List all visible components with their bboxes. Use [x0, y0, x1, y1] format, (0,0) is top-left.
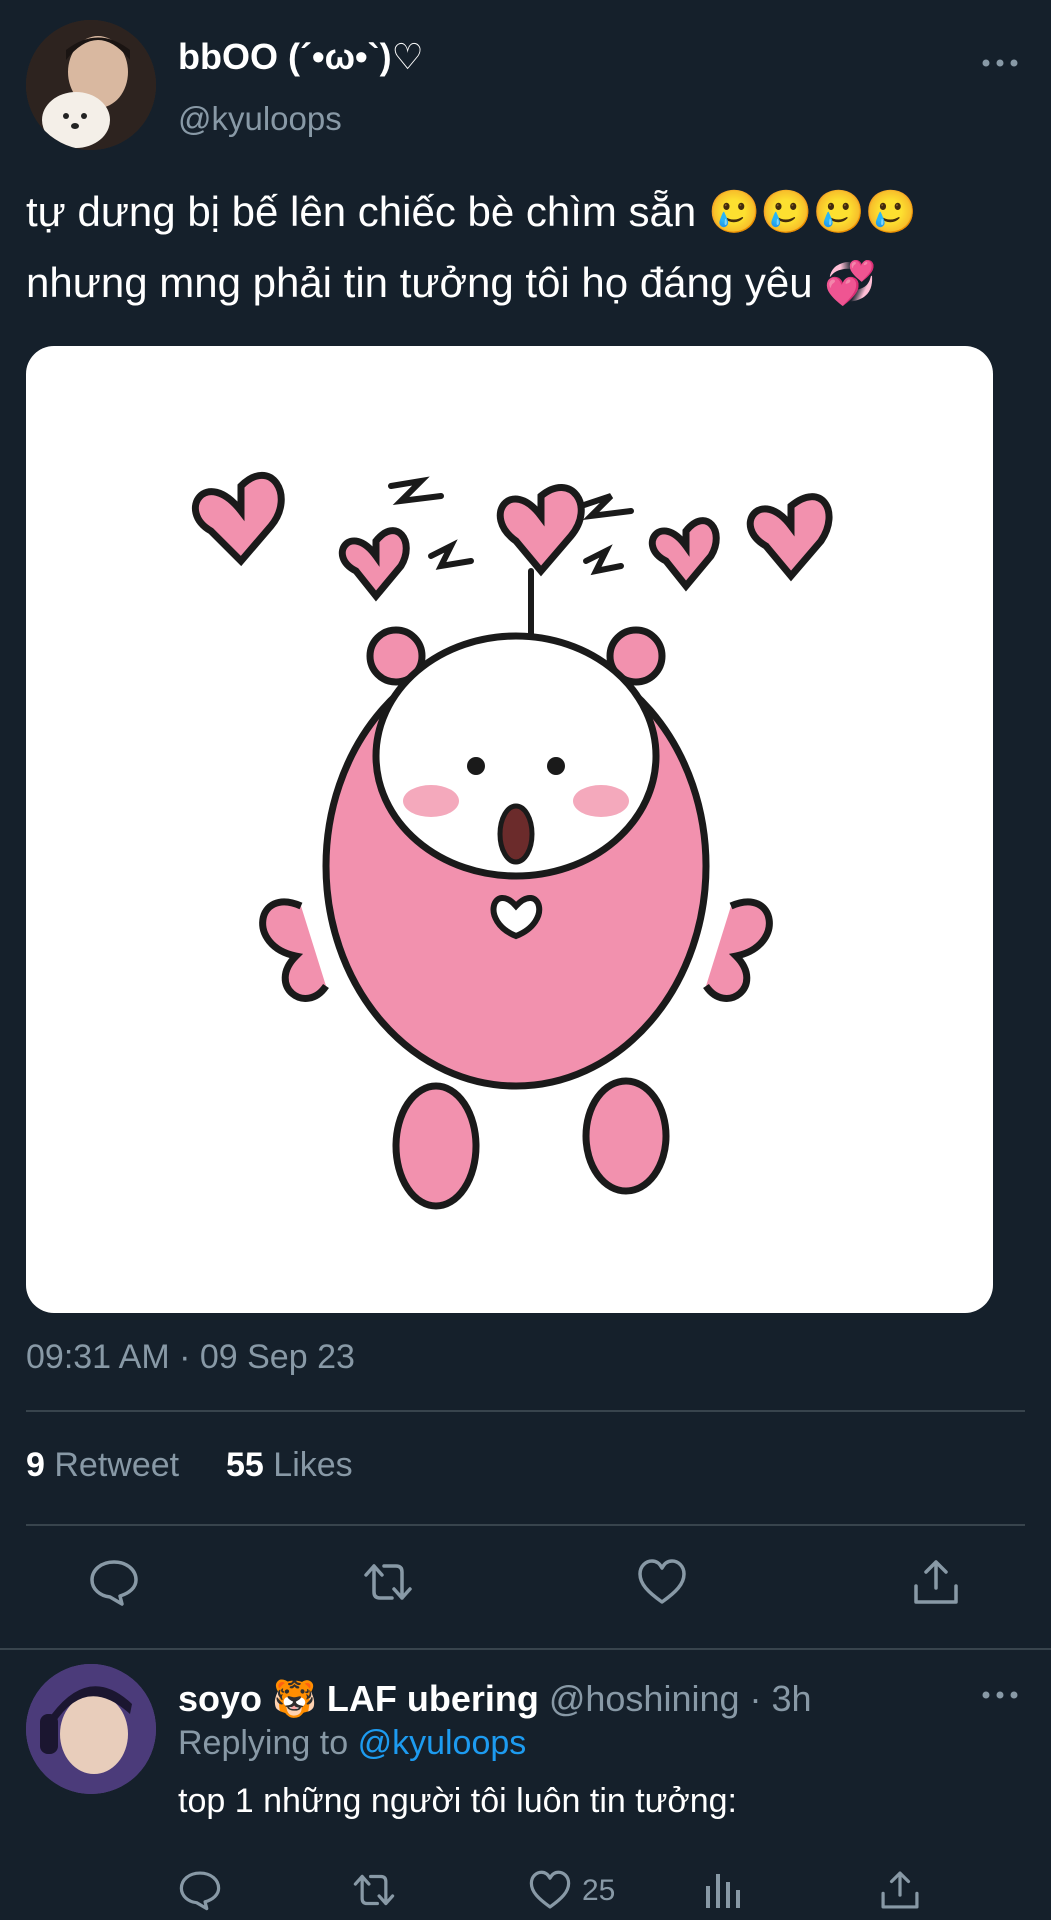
pink-bear-sticker [191, 471, 833, 1210]
replying-to: Replying to @kyuloops [178, 1724, 526, 1763]
share-upload-icon[interactable] [910, 1556, 962, 1608]
replying-to-label: Replying to [178, 1724, 349, 1762]
heart-icon[interactable] [636, 1556, 688, 1608]
divider-bottom [26, 1524, 1025, 1526]
analytics-bars-icon[interactable] [702, 1868, 746, 1912]
comment-bubble-icon[interactable] [88, 1556, 140, 1608]
heart-icon[interactable] [528, 1868, 572, 1912]
more-horizontal-icon[interactable] [980, 1690, 1020, 1700]
reply-handle-time[interactable]: @hoshining · 3h [549, 1678, 812, 1719]
retweet-icon[interactable] [352, 1868, 396, 1912]
share-upload-icon[interactable] [878, 1868, 922, 1912]
author-handle[interactable]: @kyuloops [178, 100, 342, 138]
reply-tweet[interactable]: soyo 🐯 LAF ubering @hoshining · 3h Reply… [0, 1648, 1051, 1920]
more-horizontal-icon[interactable] [980, 58, 1020, 68]
tweet-text: tự dưng bị bế lên chiếc bè chìm sẵn 🥲🥲🥲🥲… [26, 176, 1026, 318]
like-count[interactable]: 55 [226, 1446, 264, 1484]
like-label[interactable]: Likes [273, 1446, 352, 1484]
author-avatar[interactable] [26, 20, 156, 150]
retweet-icon[interactable] [362, 1556, 414, 1608]
reply-display-name[interactable]: soyo 🐯 LAF ubering [178, 1678, 539, 1719]
tweet-action-bar [0, 1556, 1051, 1616]
reply-text: top 1 những người tôi luôn tin tưởng: [178, 1782, 737, 1820]
reply-author-avatar[interactable] [26, 1664, 156, 1794]
tweet-text-line-1: tự dưng bị bế lên chiếc bè chìm sẵn 🥲🥲🥲🥲 [26, 188, 918, 235]
tweet-text-line-2: nhưng mng phải tin tưởng tôi họ đáng yêu… [26, 259, 877, 306]
retweet-count[interactable]: 9 [26, 1446, 45, 1484]
author-display-name[interactable]: bbOO (´•ω•`)♡ [178, 36, 424, 78]
reply-action-bar: 25 [0, 1868, 1051, 1918]
divider-top [26, 1410, 1025, 1412]
comment-bubble-icon[interactable] [178, 1868, 222, 1912]
reply-header: soyo 🐯 LAF ubering @hoshining · 3h [178, 1678, 812, 1720]
reply-like-count: 25 [582, 1874, 616, 1907]
retweet-label[interactable]: Retweet [54, 1446, 179, 1484]
tweet-stats: 9 Retweet 55 Likes [26, 1446, 353, 1485]
replying-to-mention[interactable]: @kyuloops [358, 1724, 527, 1762]
tweet-media-image[interactable] [26, 346, 993, 1313]
tweet-timestamp[interactable]: 09:31 AM · 09 Sep 23 [26, 1338, 355, 1377]
